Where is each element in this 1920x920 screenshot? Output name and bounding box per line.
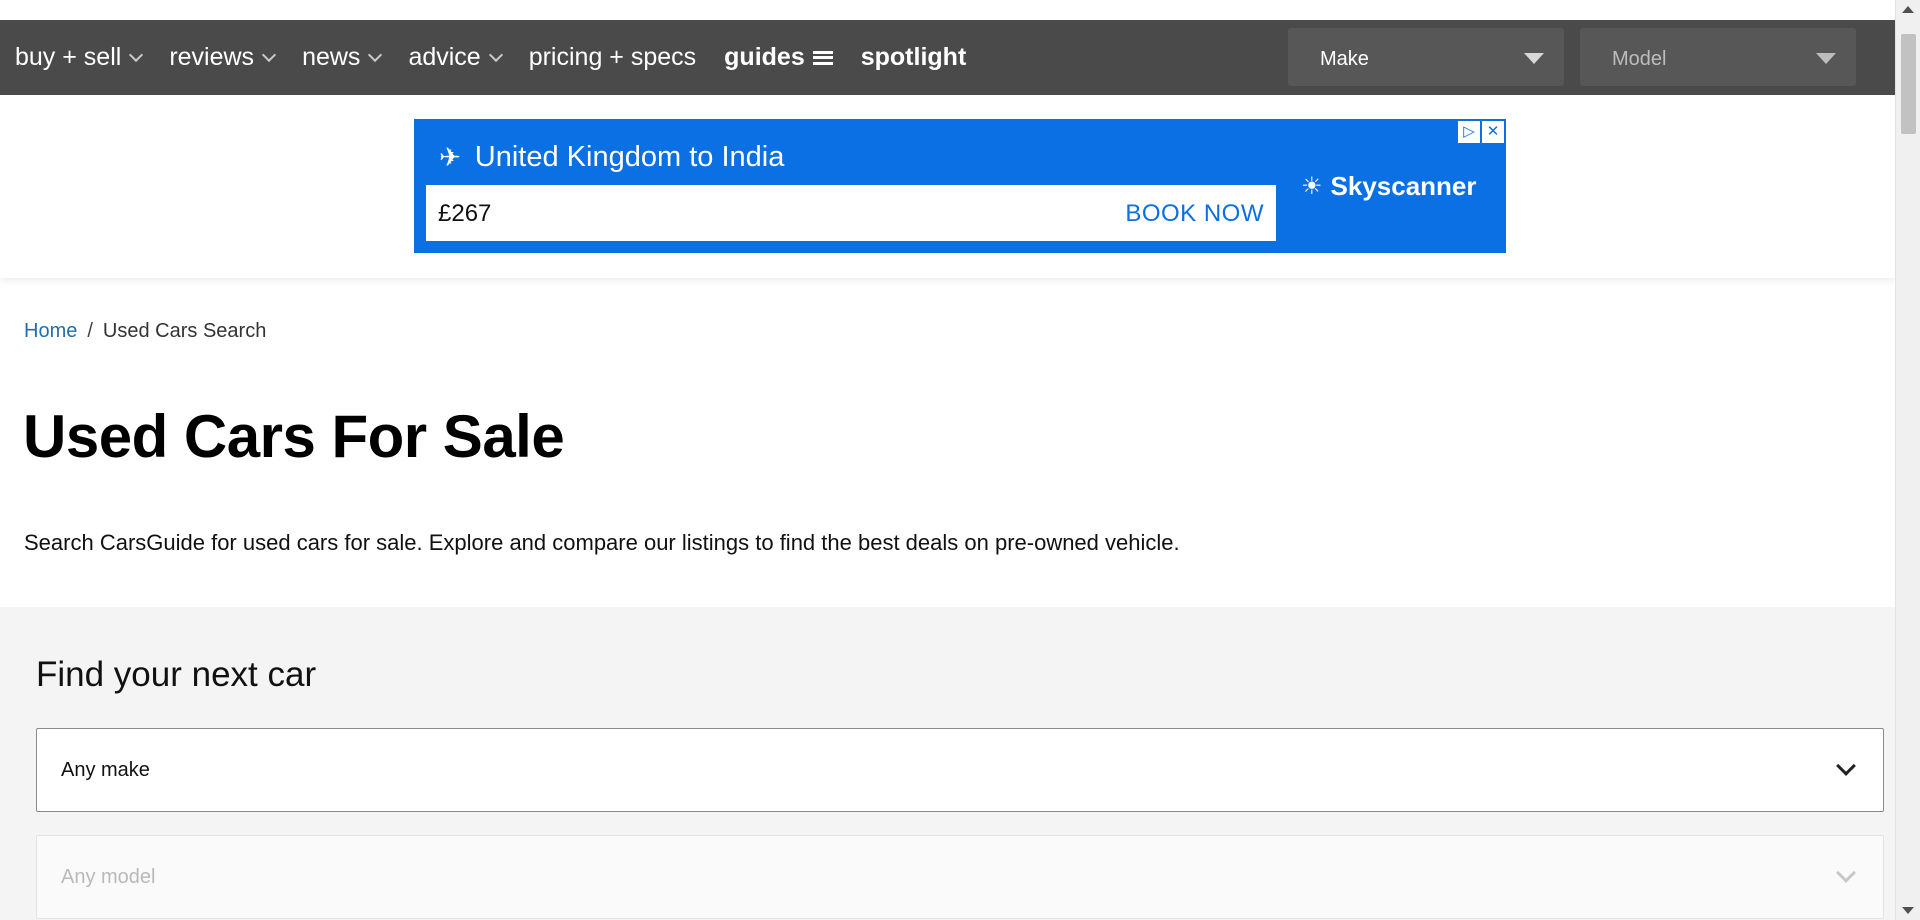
caret-down-icon xyxy=(1816,53,1836,64)
chevron-down-icon xyxy=(1836,863,1856,883)
ad-route-text: United Kingdom to India xyxy=(474,141,785,173)
ad-brand-text: Skyscanner xyxy=(1330,171,1477,201)
nav-reviews-label: reviews xyxy=(169,43,255,71)
scrollbar-thumb[interactable] xyxy=(1901,34,1916,134)
book-now-button[interactable]: BOOK NOW xyxy=(1125,200,1264,228)
ad-area: ✈ United Kingdom to India £267 BOOK NOW … xyxy=(0,95,1895,278)
nav-guides[interactable]: guides xyxy=(724,43,833,72)
nav-model-select[interactable]: Model xyxy=(1580,28,1856,86)
ad-price-box[interactable]: £267 BOOK NOW xyxy=(426,185,1276,241)
breadcrumb-home[interactable]: Home xyxy=(24,320,77,343)
model-select[interactable]: Any model xyxy=(36,835,1884,919)
caret-down-icon xyxy=(1524,53,1544,64)
vertical-scrollbar[interactable] xyxy=(1895,0,1920,920)
nav-news[interactable]: news xyxy=(302,43,383,72)
ad-brand: ☀ Skyscanner xyxy=(1301,171,1477,202)
adchoices-icon[interactable]: ▷ xyxy=(1458,121,1480,143)
plane-icon: ✈ xyxy=(439,142,461,172)
model-select-value: Any model xyxy=(61,866,156,888)
nav-items: buy + sell reviews news advice pricing +… xyxy=(15,20,994,95)
close-icon[interactable]: ✕ xyxy=(1482,121,1504,143)
nav-spotlight[interactable]: spotlight xyxy=(861,43,967,72)
breadcrumb-separator: / xyxy=(87,320,93,342)
page: buy + sell reviews news advice pricing +… xyxy=(0,0,1895,920)
search-title: Find your next car xyxy=(36,655,317,694)
ad-badges: ▷ ✕ xyxy=(1456,121,1504,143)
nav-buy-sell-label: buy + sell xyxy=(15,43,122,71)
nav-pricing-specs-label: pricing + specs xyxy=(528,43,697,71)
nav-pricing-specs[interactable]: pricing + specs xyxy=(529,43,696,72)
menu-icon xyxy=(812,50,833,65)
nav-buy-sell[interactable]: buy + sell xyxy=(15,43,144,72)
page-title: Used Cars For Sale xyxy=(23,403,565,470)
main-nav: buy + sell reviews news advice pricing +… xyxy=(0,20,1895,95)
search-panel: Find your next car Any make Any model xyxy=(0,607,1895,920)
scroll-down-icon[interactable] xyxy=(1902,907,1914,914)
nav-advice-label: advice xyxy=(408,43,481,71)
nav-advice[interactable]: advice xyxy=(408,43,503,72)
chevron-down-icon xyxy=(368,47,383,62)
nav-make-select-label: Make xyxy=(1320,48,1369,70)
chevron-down-icon xyxy=(1836,756,1856,776)
nav-reviews[interactable]: reviews xyxy=(169,43,277,72)
nav-spotlight-label: spotlight xyxy=(860,43,967,71)
nav-guides-label: guides xyxy=(724,43,805,71)
breadcrumb: Home / Used Cars Search xyxy=(24,320,266,343)
top-strip xyxy=(0,0,1895,20)
ad-price: £267 xyxy=(438,200,492,227)
nav-make-select[interactable]: Make xyxy=(1288,28,1564,86)
nav-news-label: news xyxy=(302,43,361,71)
chevron-down-icon xyxy=(129,47,144,62)
ad-route: ✈ United Kingdom to India xyxy=(439,141,784,174)
skyscanner-ad[interactable]: ✈ United Kingdom to India £267 BOOK NOW … xyxy=(414,119,1506,253)
chevron-down-icon xyxy=(261,47,277,62)
nav-model-select-label: Model xyxy=(1612,48,1667,70)
scroll-up-icon[interactable] xyxy=(1902,6,1914,13)
make-select-value: Any make xyxy=(61,759,150,781)
skyscanner-logo-icon: ☀ xyxy=(1301,173,1323,200)
breadcrumb-current: Used Cars Search xyxy=(102,320,267,342)
chevron-down-icon xyxy=(488,47,503,62)
make-select[interactable]: Any make xyxy=(36,728,1884,812)
page-description: Search CarsGuide for used cars for sale.… xyxy=(24,530,1180,555)
